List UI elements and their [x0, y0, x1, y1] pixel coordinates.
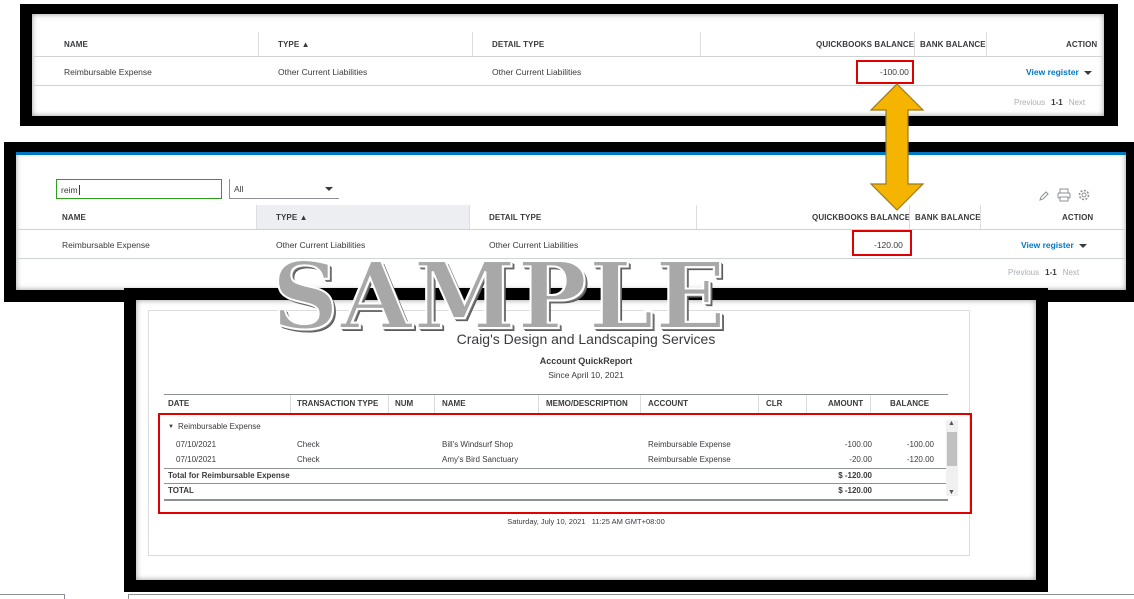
pager-range: 1-1 [1045, 268, 1057, 277]
view-register-label[interactable]: View register [1021, 240, 1074, 250]
pagination: Previous 1-1 Next [1008, 268, 1079, 277]
double-arrow-icon [869, 83, 925, 211]
col-action: ACTION [1062, 213, 1094, 222]
accounts-table-header: NAME TYPE ▲ DETAIL TYPE QUICKBOOKS BALAN… [16, 205, 1126, 230]
report-header: DATE TRANSACTION TYPE NUM NAME MEMO/DESC… [164, 394, 948, 414]
account-name: Reimbursable Expense [62, 240, 150, 250]
chevron-down-icon [325, 187, 333, 191]
gear-icon[interactable] [1077, 188, 1091, 202]
col-bank-balance[interactable]: BANK BALANCE [920, 40, 986, 49]
col-type[interactable]: TYPE ▲ [278, 40, 310, 49]
pager-next[interactable]: Next [1063, 268, 1079, 277]
report-period: Since April 10, 2021 [548, 370, 624, 380]
col-account[interactable]: ACCOUNT [648, 399, 688, 408]
col-clr[interactable]: CLR [766, 399, 782, 408]
highlight-box [852, 230, 912, 256]
col-memo[interactable]: MEMO/DESCRIPTION [546, 399, 628, 408]
col-detail-type[interactable]: DETAIL TYPE [492, 40, 544, 49]
pager-previous[interactable]: Previous [1014, 98, 1045, 107]
report-footer: Saturday, July 10, 2021 11:25 AM GMT+08:… [507, 517, 665, 526]
col-action: ACTION [1066, 40, 1098, 49]
chevron-down-icon[interactable] [1083, 70, 1092, 75]
search-input[interactable]: reim [56, 179, 222, 199]
col-balance[interactable]: BALANCE [890, 399, 929, 408]
chevron-down-icon[interactable] [1078, 243, 1087, 248]
top-panel-frame: NAME TYPE ▲ DETAIL TYPE QUICKBOOKS BALAN… [20, 4, 1118, 126]
col-type[interactable]: TYPE ▲ [276, 213, 308, 222]
view-register-link[interactable]: View register [1026, 67, 1092, 77]
col-transaction-type[interactable]: TRANSACTION TYPE [297, 399, 378, 408]
table-row: Reimbursable Expense Other Current Liabi… [32, 57, 1104, 86]
account-type: Other Current Liabilities [278, 67, 368, 77]
col-qb-balance[interactable]: QUICKBOOKS BALANCE [816, 40, 914, 49]
printer-icon[interactable] [1057, 188, 1071, 202]
sample-watermark: SAMPLE [271, 242, 728, 350]
col-bank-balance[interactable]: BANK BALANCE [915, 213, 981, 222]
filter-value: All [234, 184, 244, 194]
account-detail-type: Other Current Liabilities [492, 67, 582, 77]
view-register-label[interactable]: View register [1026, 67, 1079, 77]
col-name[interactable]: NAME [62, 213, 86, 222]
search-value: reim [61, 185, 78, 195]
pager-next[interactable]: Next [1069, 98, 1085, 107]
highlight-box [158, 413, 972, 514]
report-title: Account QuickReport [539, 356, 633, 366]
pencil-icon[interactable] [1038, 190, 1050, 202]
col-date[interactable]: DATE [168, 399, 189, 408]
highlight-box [856, 60, 914, 84]
col-name[interactable]: NAME [64, 40, 88, 49]
pager-range: 1-1 [1051, 98, 1063, 107]
col-num[interactable]: NUM [395, 399, 413, 408]
col-amount[interactable]: AMOUNT [828, 399, 863, 408]
accounts-table-header: NAME TYPE ▲ DETAIL TYPE QUICKBOOKS BALAN… [32, 32, 1104, 57]
top-panel: NAME TYPE ▲ DETAIL TYPE QUICKBOOKS BALAN… [32, 14, 1104, 116]
col-detail-type[interactable]: DETAIL TYPE [489, 213, 541, 222]
filter-select[interactable]: All [229, 179, 339, 199]
pager-previous[interactable]: Previous [1008, 268, 1039, 277]
col-qb-balance[interactable]: QUICKBOOKS BALANCE [812, 213, 910, 222]
account-name: Reimbursable Expense [64, 67, 152, 77]
pagination: Previous 1-1 Next [1014, 98, 1085, 107]
col-name[interactable]: NAME [442, 399, 466, 408]
view-register-link[interactable]: View register [1021, 240, 1087, 250]
